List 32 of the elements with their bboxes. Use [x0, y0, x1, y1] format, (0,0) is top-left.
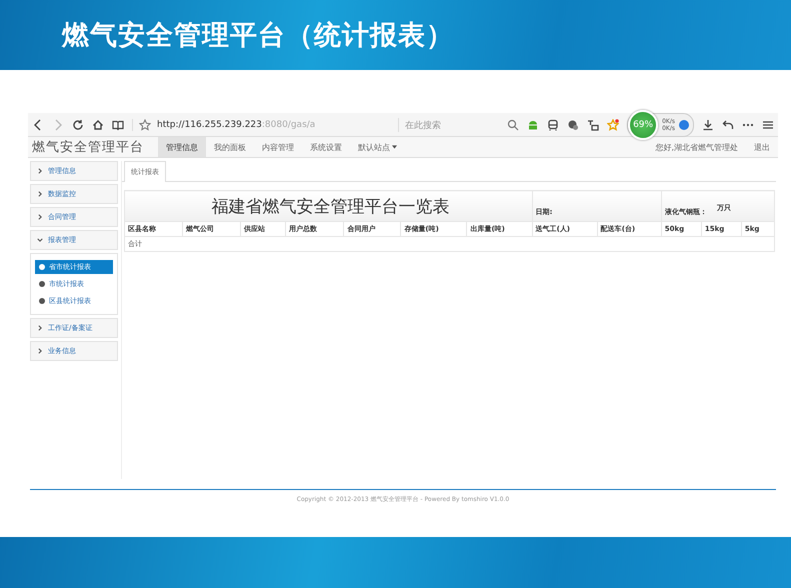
search-field[interactable]: 在此搜索 — [398, 118, 500, 132]
star-icon[interactable] — [139, 118, 151, 130]
nav-tab[interactable]: 系统设置 — [302, 137, 350, 157]
search-icon[interactable] — [507, 118, 520, 130]
nav-tab[interactable]: 管理信息 — [158, 137, 206, 157]
home-icon[interactable] — [92, 118, 104, 130]
nav-tab[interactable]: 内容管理 — [254, 137, 302, 157]
memory-percent: 69% — [628, 110, 658, 140]
url-text: http://116.255.239.223:8080/gas/a — [157, 120, 316, 130]
download-icon[interactable] — [702, 118, 714, 130]
chevron-right-icon — [37, 168, 43, 174]
undo-icon[interactable] — [722, 118, 734, 130]
star-badge-icon[interactable] — [607, 118, 620, 130]
chevron-right-icon — [37, 325, 43, 331]
chevron-right-icon — [37, 191, 43, 197]
table-title: 福建省燃气安全管理平台一览表 — [124, 190, 532, 222]
greeting-text: 您好,湖北省燃气管理处 — [654, 142, 739, 154]
bus-icon[interactable] — [547, 118, 560, 130]
android-icon[interactable] — [527, 118, 540, 130]
reload-icon[interactable] — [72, 118, 84, 130]
menu-icon[interactable] — [762, 118, 774, 130]
chevron-down-icon — [37, 237, 43, 243]
chevron-right-icon — [37, 348, 43, 354]
chevron-right-icon — [37, 214, 43, 220]
app-logo: 燃气安全管理平台 — [31, 139, 145, 157]
address-bar[interactable]: http://116.255.239.223:8080/gas/a — [132, 118, 390, 130]
site-dropdown[interactable]: 默认站点 — [350, 137, 405, 157]
book-icon[interactable] — [112, 118, 124, 130]
logout-link[interactable]: 退出 — [746, 137, 778, 157]
slide-title: 燃气安全管理平台（统计报表） — [62, 19, 454, 53]
caret-icon — [392, 145, 397, 149]
nav-tab[interactable]: 我的面板 — [206, 137, 254, 157]
